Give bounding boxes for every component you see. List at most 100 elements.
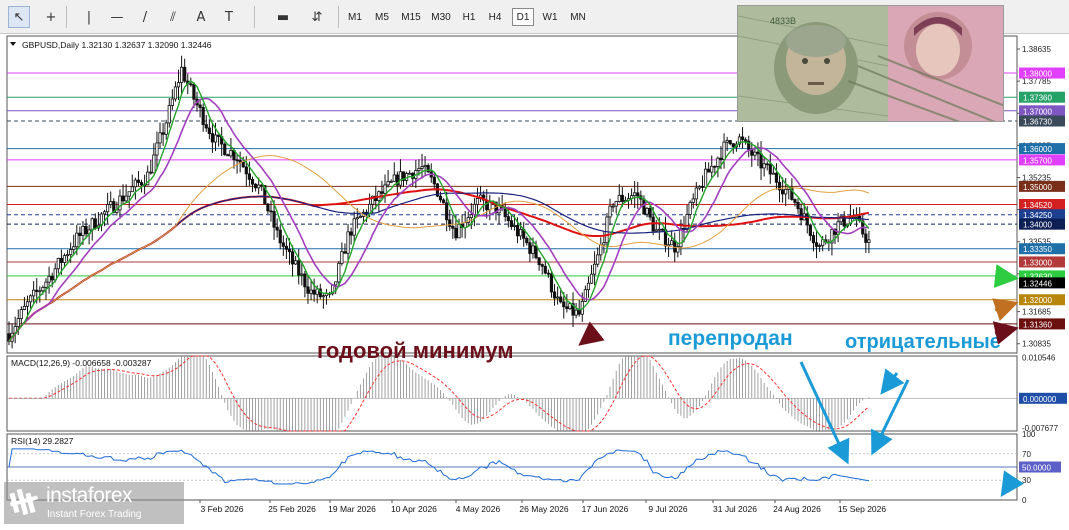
tool-trend-line-button[interactable]: /	[134, 6, 156, 28]
candle-body	[201, 107, 205, 125]
candle-body	[731, 143, 735, 148]
instaforex-emblem-icon	[9, 488, 39, 516]
candle-body	[179, 66, 184, 84]
toolbar-separator	[254, 6, 255, 28]
price-level-label: 1.32000	[1023, 296, 1052, 305]
candle-body	[207, 127, 211, 134]
candle-body	[22, 305, 27, 310]
candle-body	[408, 172, 412, 175]
candle-body	[759, 153, 763, 169]
candle-body	[383, 184, 387, 194]
candle-body	[297, 260, 301, 276]
candle-body	[620, 194, 624, 202]
candle-body	[287, 248, 292, 253]
tool-text-label-button[interactable]: T	[218, 6, 240, 28]
candle-body	[59, 257, 63, 263]
candle-body	[753, 151, 757, 156]
candle-body	[805, 213, 809, 226]
candle-body	[867, 239, 871, 243]
tool-fibonacci-button[interactable]: ⫽	[162, 6, 184, 28]
date-axis-label: 26 May 2026	[519, 504, 568, 514]
candle-body	[229, 150, 233, 157]
candle-body	[198, 104, 202, 108]
date-axis-label: 17 Jun 2026	[582, 504, 629, 514]
tool-rectangle-button[interactable]: ▬	[272, 6, 294, 28]
tool-vertical-line-button[interactable]: |	[78, 6, 100, 28]
tool-crosshair-button[interactable]: +	[40, 6, 62, 28]
date-axis-label: 25 Feb 2026	[268, 504, 316, 514]
candle-body	[189, 83, 193, 86]
candle-body	[28, 295, 33, 303]
candle-body	[728, 140, 732, 145]
candle-body	[337, 262, 341, 283]
timeframe-m1-button[interactable]: M1	[344, 8, 366, 26]
candle-body	[56, 257, 60, 270]
candle-body	[121, 195, 125, 202]
candle-body	[796, 202, 800, 210]
timeframe-m15-button[interactable]: M15	[398, 8, 424, 26]
candle-body	[352, 218, 356, 236]
arrow-orange-level	[992, 298, 1019, 322]
candle-body	[707, 168, 711, 173]
candle-body	[756, 151, 760, 155]
candle-body	[72, 246, 76, 250]
candle-body	[685, 214, 689, 230]
candle-body	[346, 231, 350, 254]
candle-body	[81, 225, 85, 236]
candle-body	[814, 242, 819, 247]
candle-body	[602, 242, 606, 246]
candle-body	[294, 260, 298, 265]
candle-body	[559, 296, 563, 303]
timeframe-mn-button[interactable]: MN	[566, 8, 590, 26]
tool-cursor-button[interactable]: ↖	[8, 6, 30, 28]
macd-pane	[6, 355, 1018, 432]
price-level-label: 1.36730	[1023, 118, 1052, 127]
candle-body	[62, 255, 67, 263]
timeframe-h4-button[interactable]: H4	[484, 8, 506, 26]
timeframe-h1-button[interactable]: H1	[458, 8, 480, 26]
candle-body	[543, 265, 547, 274]
candle-body	[438, 195, 443, 201]
candle-body	[451, 226, 455, 229]
logo-tagline: Instant Forex Trading	[47, 509, 142, 520]
timeframe-m30-button[interactable]: M30	[428, 8, 454, 26]
timeframe-d1-button[interactable]: D1	[512, 8, 534, 26]
candle-body	[152, 154, 156, 174]
candle-body	[799, 208, 803, 221]
annotation-yearly-min: годовой минимум	[317, 338, 514, 363]
candle-body	[697, 186, 702, 189]
timeframe-w1-button[interactable]: W1	[538, 8, 562, 26]
date-axis-label: 19 Mar 2026	[328, 504, 376, 514]
tool-arrows-button[interactable]: ⇵	[306, 6, 328, 28]
candle-body	[183, 66, 187, 82]
candle-body	[244, 166, 248, 175]
rsi-axis-label: 100	[1022, 430, 1036, 439]
candle-body	[793, 199, 797, 203]
candle-body	[127, 191, 131, 197]
candle-body	[432, 176, 436, 185]
candle-body	[139, 182, 144, 186]
tool-horizontal-line-button[interactable]: —	[106, 6, 128, 28]
candle-body	[475, 197, 480, 205]
timeframe-m5-button[interactable]: M5	[370, 8, 394, 26]
candle-body	[340, 251, 344, 264]
candle-body	[44, 281, 48, 288]
candle-body	[472, 204, 477, 216]
candle-body	[725, 140, 729, 143]
candle-body	[744, 139, 748, 142]
candle-body	[241, 161, 245, 168]
candle-body	[32, 289, 36, 297]
candle-body	[155, 142, 159, 156]
candle-body	[673, 240, 677, 253]
tool-text-button[interactable]: A	[190, 6, 212, 28]
candle-body	[515, 225, 520, 237]
svg-text:4833B: 4833B	[770, 16, 796, 26]
date-axis-label: 15 Sep 2026	[838, 504, 886, 514]
ma-red-line	[8, 188, 870, 342]
candle-body	[445, 202, 449, 221]
candle-body	[648, 207, 652, 218]
price-level-label: 1.33350	[1023, 245, 1052, 254]
candle-body	[546, 272, 550, 275]
candle-body	[577, 309, 581, 315]
banknotes-photo: 4833B	[737, 5, 1004, 122]
